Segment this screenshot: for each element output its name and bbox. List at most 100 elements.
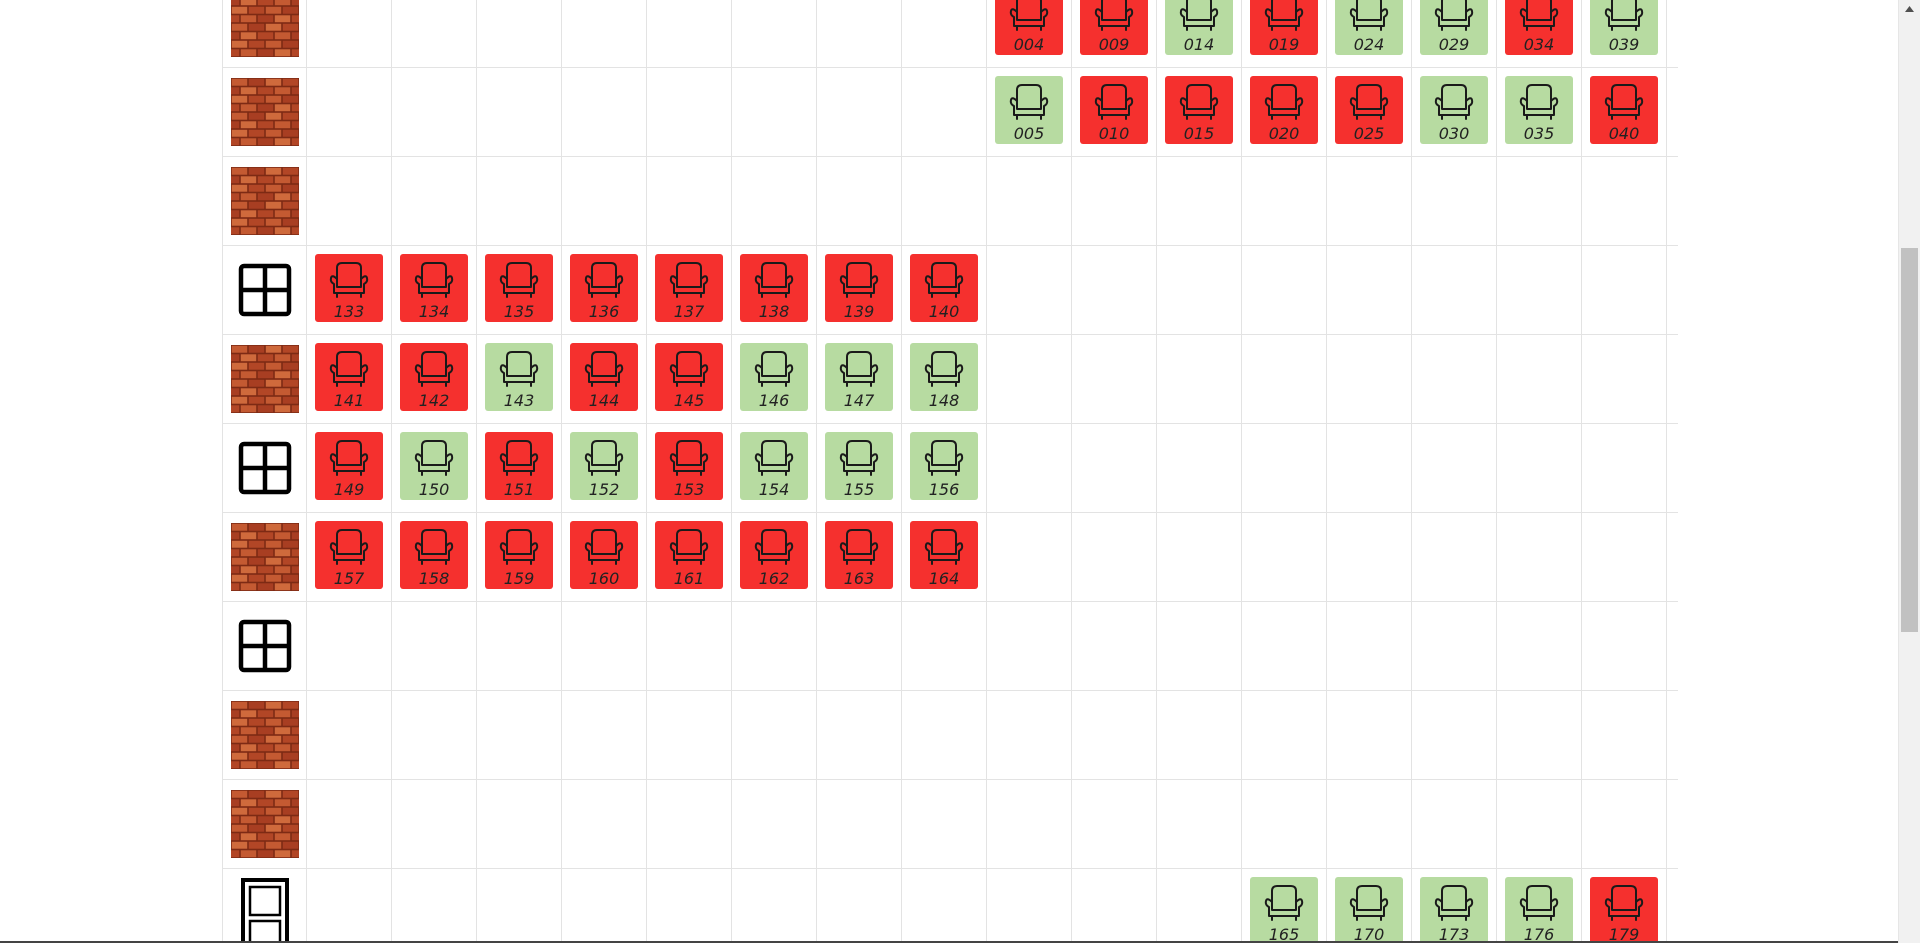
grid-cell xyxy=(987,246,1072,334)
seat-029-button[interactable]: 029 xyxy=(1420,0,1488,55)
seat-015-button[interactable]: 015 xyxy=(1165,76,1233,144)
seat-170-button[interactable]: 170 xyxy=(1335,877,1403,943)
seat-158-button[interactable]: 158 xyxy=(400,521,468,589)
seat-153-button[interactable]: 153 xyxy=(655,432,723,500)
grid-cell xyxy=(562,602,647,690)
seat-number: 143 xyxy=(503,391,535,410)
grid-cell xyxy=(902,691,987,779)
grid-cell: 025 xyxy=(1327,68,1412,156)
seat-number: 148 xyxy=(928,391,960,410)
grid-cell xyxy=(1157,157,1242,245)
grid-cell xyxy=(1072,869,1157,943)
grid-cell xyxy=(1072,157,1157,245)
seat-number: 163 xyxy=(843,569,875,588)
window-icon xyxy=(238,441,292,495)
grid-cell: 134 xyxy=(392,246,477,334)
grid-cell xyxy=(647,157,732,245)
grid-cell xyxy=(477,869,562,943)
seat-163-button[interactable]: 163 xyxy=(825,521,893,589)
seat-148-button[interactable]: 148 xyxy=(910,343,978,411)
seat-number: 020 xyxy=(1268,124,1300,143)
seat-147-button[interactable]: 147 xyxy=(825,343,893,411)
seat-141-button[interactable]: 141 xyxy=(315,343,383,411)
grid-cell: 014 xyxy=(1157,0,1242,67)
seat-155-button[interactable]: 155 xyxy=(825,432,893,500)
scroll-up-arrow-icon[interactable] xyxy=(1899,0,1920,17)
seat-row: 149 150 151 152 153 154 155 156 xyxy=(222,424,1678,513)
grid-cell xyxy=(392,691,477,779)
seat-150-button[interactable]: 150 xyxy=(400,432,468,500)
seat-146-button[interactable]: 146 xyxy=(740,343,808,411)
seat-136-button[interactable]: 136 xyxy=(570,254,638,322)
seat-139-button[interactable]: 139 xyxy=(825,254,893,322)
seat-number: 138 xyxy=(758,302,790,321)
seat-row xyxy=(222,602,1678,691)
grid-cell: 159 xyxy=(477,513,562,601)
seat-160-button[interactable]: 160 xyxy=(570,521,638,589)
grid-cell xyxy=(1412,246,1497,334)
seat-019-button[interactable]: 019 xyxy=(1250,0,1318,55)
seat-140-button[interactable]: 140 xyxy=(910,254,978,322)
seat-039-button[interactable]: 039 xyxy=(1590,0,1658,55)
wall-cell xyxy=(222,424,307,512)
seat-145-button[interactable]: 145 xyxy=(655,343,723,411)
seat-010-button[interactable]: 010 xyxy=(1080,76,1148,144)
seat-135-button[interactable]: 135 xyxy=(485,254,553,322)
grid-cell: 029 xyxy=(1412,0,1497,67)
seat-143-button[interactable]: 143 xyxy=(485,343,553,411)
seat-152-button[interactable]: 152 xyxy=(570,432,638,500)
grid-cell xyxy=(647,780,732,868)
seat-173-button[interactable]: 173 xyxy=(1420,877,1488,943)
grid-cell: 133 xyxy=(307,246,392,334)
seat-005-button[interactable]: 005 xyxy=(995,76,1063,144)
seat-row xyxy=(222,691,1678,780)
seat-156-button[interactable]: 156 xyxy=(910,432,978,500)
grid-cell xyxy=(987,780,1072,868)
seat-025-button[interactable]: 025 xyxy=(1335,76,1403,144)
seat-number: 159 xyxy=(503,569,535,588)
seat-024-button[interactable]: 024 xyxy=(1335,0,1403,55)
scrollbar-thumb[interactable] xyxy=(1901,248,1918,632)
grid-cell xyxy=(1582,691,1667,779)
seat-030-button[interactable]: 030 xyxy=(1420,76,1488,144)
seat-138-button[interactable]: 138 xyxy=(740,254,808,322)
grid-cell xyxy=(817,780,902,868)
seat-134-button[interactable]: 134 xyxy=(400,254,468,322)
seat-161-button[interactable]: 161 xyxy=(655,521,723,589)
wall-cell xyxy=(222,691,307,779)
seat-142-button[interactable]: 142 xyxy=(400,343,468,411)
seat-159-button[interactable]: 159 xyxy=(485,521,553,589)
seat-034-button[interactable]: 034 xyxy=(1505,0,1573,55)
grid-cell: 158 xyxy=(392,513,477,601)
seat-014-button[interactable]: 014 xyxy=(1165,0,1233,55)
seat-137-button[interactable]: 137 xyxy=(655,254,723,322)
seat-number: 034 xyxy=(1523,35,1555,54)
seat-144-button[interactable]: 144 xyxy=(570,343,638,411)
seat-149-button[interactable]: 149 xyxy=(315,432,383,500)
grid-cell xyxy=(902,602,987,690)
seat-165-button[interactable]: 165 xyxy=(1250,877,1318,943)
grid-cell: 173 xyxy=(1412,869,1497,943)
vertical-scrollbar[interactable] xyxy=(1898,0,1920,943)
grid-cell xyxy=(1242,424,1327,512)
seat-151-button[interactable]: 151 xyxy=(485,432,553,500)
seat-154-button[interactable]: 154 xyxy=(740,432,808,500)
grid-cell xyxy=(307,780,392,868)
seat-157-button[interactable]: 157 xyxy=(315,521,383,589)
seat-009-button[interactable]: 009 xyxy=(1080,0,1148,55)
grid-cell xyxy=(392,869,477,943)
seat-162-button[interactable]: 162 xyxy=(740,521,808,589)
grid-cell: 145 xyxy=(647,335,732,423)
seat-020-button[interactable]: 020 xyxy=(1250,76,1318,144)
seat-004-button[interactable]: 004 xyxy=(995,0,1063,55)
seat-035-button[interactable]: 035 xyxy=(1505,76,1573,144)
seat-040-button[interactable]: 040 xyxy=(1590,76,1658,144)
grid-cell: 024 xyxy=(1327,0,1412,67)
seat-164-button[interactable]: 164 xyxy=(910,521,978,589)
seat-176-button[interactable]: 176 xyxy=(1505,877,1573,943)
seat-179-button[interactable]: 179 xyxy=(1590,877,1658,943)
seat-number: 156 xyxy=(928,480,960,499)
grid-cell xyxy=(902,869,987,943)
grid-cell: 146 xyxy=(732,335,817,423)
seat-133-button[interactable]: 133 xyxy=(315,254,383,322)
